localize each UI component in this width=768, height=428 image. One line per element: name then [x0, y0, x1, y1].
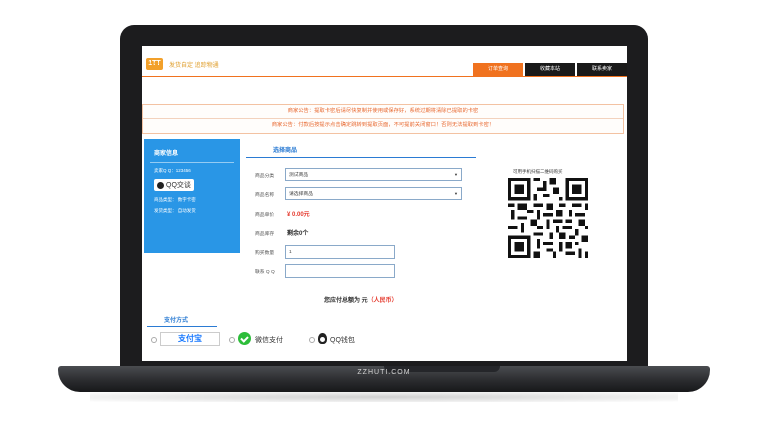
contact-qq-label: 联系 Q Q — [255, 270, 275, 275]
product-name-label: 商品名称 — [255, 193, 275, 198]
wechat-pay-icon[interactable] — [238, 332, 251, 345]
wechat-radio[interactable] — [229, 337, 235, 343]
total-amount: 您应付总额为 元（人民币） — [324, 295, 398, 304]
category-select[interactable]: 测试商品 ▼ — [285, 168, 462, 181]
stock-label: 商品库存 — [255, 232, 275, 237]
product-value: 请选择商品 — [289, 192, 313, 197]
qq-chat-button[interactable]: QQ交谈 — [154, 179, 194, 191]
alipay-radio[interactable] — [151, 337, 157, 343]
watermark-brand: ZZHUTI.COM — [357, 369, 411, 376]
section-divider — [147, 326, 217, 327]
select-product-title: 选择商品 — [273, 148, 298, 154]
dropdown-arrow-icon: ▼ — [454, 172, 458, 177]
nav-bookmark[interactable]: 收藏本站 — [525, 63, 575, 76]
merchant-info-panel: 商家信息 卖家Q Q：123456 QQ交谈 商品类型： 数字卡密 发货类型： … — [144, 139, 240, 253]
qq-chat-label: QQ交谈 — [166, 182, 191, 189]
total-label: 您应付总额为 元 — [324, 298, 368, 304]
category-value: 测试商品 — [289, 173, 309, 178]
dropdown-arrow-icon: ▼ — [454, 191, 458, 196]
quantity-label: 购买数量 — [255, 251, 275, 256]
delivery-type: 发货类型： 自动发货 — [154, 208, 196, 213]
notice-box: 商家公告：提取卡密后请尽快复制并使用或保存好，系统过期将清除已提取的卡密 商家公… — [142, 104, 624, 134]
nav-divider — [142, 76, 627, 77]
product-type: 商品类型： 数字卡密 — [154, 197, 196, 202]
merchant-title: 商家信息 — [154, 151, 179, 157]
notice-line: 商家公告：付款后按提示点击确定跳转到提取页面，不可提前关闭窗口！否则无法提取到卡… — [271, 122, 495, 128]
logo-subtext: wwwk.com — [147, 61, 162, 65]
qq-penguin-icon — [157, 181, 164, 189]
price-value: ¥ 0.00元 — [287, 212, 310, 218]
seller-qq: 卖家Q Q：123456 — [154, 168, 191, 173]
qr-caption: 可用手机扫描二维码购买 — [513, 169, 563, 174]
payment-method-title: 支付方式 — [164, 318, 189, 324]
product-select[interactable]: 请选择商品 ▼ — [285, 187, 462, 200]
quantity-input[interactable]: 1 — [285, 245, 395, 259]
alipay-logo[interactable]: 支付宝 — [160, 332, 220, 346]
category-label: 商品分类 — [255, 174, 275, 179]
notice-line: 商家公告：提取卡密后请尽快复制并使用或保存好，系统过期将清除已提取的卡密 — [143, 105, 623, 119]
qq-wallet-label[interactable]: QQ钱包 — [330, 335, 355, 345]
qq-wallet-icon[interactable] — [318, 333, 327, 344]
stock-value: 剩余0个 — [287, 231, 309, 237]
contact-qq-input[interactable] — [285, 264, 395, 278]
nav-order-query[interactable]: 订单查询 — [473, 63, 523, 76]
total-currency: （人民币） — [367, 298, 398, 304]
wechat-pay-label[interactable]: 微信支付 — [255, 335, 283, 345]
nav-contact-seller[interactable]: 联系卖家 — [577, 63, 627, 76]
screen: 1TT 发货自定 追踪物通 wwwk.com 订单查询 收藏本站 联系卖家 商家… — [142, 46, 627, 361]
laptop-shadow — [90, 392, 678, 402]
qq-wallet-radio[interactable] — [309, 337, 315, 343]
qr-code — [508, 178, 588, 258]
top-nav: 订单查询 收藏本站 联系卖家 — [473, 63, 627, 76]
logo-slogan: 发货自定 追踪物通 — [169, 62, 219, 69]
section-divider — [246, 157, 476, 158]
price-label: 商品单价 — [255, 213, 275, 218]
